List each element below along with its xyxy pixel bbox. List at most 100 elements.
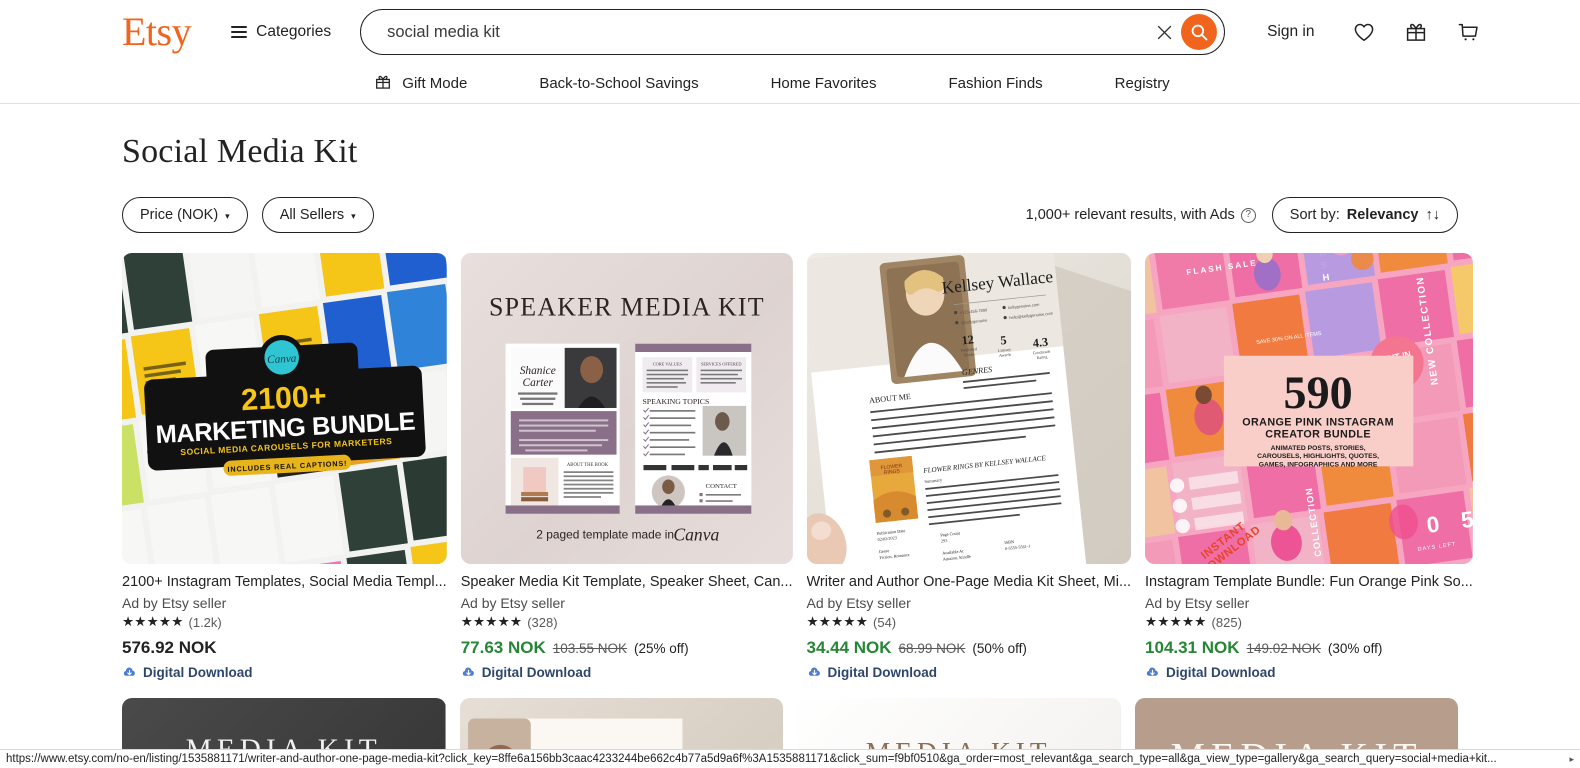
download-cloud-icon [1145, 665, 1160, 680]
digital-download-label: Digital Download [143, 664, 253, 680]
digital-download-label: Digital Download [827, 664, 938, 680]
listing-digital-download: Digital Download [122, 665, 447, 680]
listing-title[interactable]: Instagram Template Bundle: Fun Orange Pi… [1145, 573, 1473, 592]
listing-thumbnail[interactable]: Kellsey Wallace +123-456-7890 @kellygenu… [806, 253, 1132, 564]
listing-title[interactable]: Writer and Author One-Page Media Kit She… [807, 573, 1132, 592]
nav-item-label: Gift Mode [402, 75, 468, 92]
search-bar[interactable] [360, 9, 1226, 55]
sort-by-button[interactable]: Sort by: Relevancy ↑↓ [1271, 197, 1458, 233]
listing-price-current: 576.92 NOK [122, 637, 217, 657]
results-count-label: 1,000+ relevant results, with Ads [1025, 207, 1235, 223]
listing-review-count: (54) [873, 614, 897, 630]
listing-discount: (50% off) [972, 640, 1027, 656]
gift-icon[interactable] [1403, 19, 1429, 45]
svg-text:CORE VALUES: CORE VALUES [652, 361, 682, 366]
search-input[interactable] [361, 22, 1148, 42]
star-rating-icon: ★★★★★ [1145, 613, 1207, 629]
listing-title[interactable]: Speaker Media Kit Template, Speaker Shee… [461, 573, 793, 592]
svg-text:SERVICES OFFERED: SERVICES OFFERED [701, 361, 742, 366]
listing-card[interactable]: SPEAKER MEDIA KIT Shanice Carter ABOUT T… [460, 253, 793, 680]
svg-text:Genre: Genre [878, 548, 889, 554]
svg-text:Canva: Canva [673, 525, 719, 545]
nav-item-label: Home Favorites [770, 75, 877, 92]
hamburger-icon [231, 26, 248, 38]
question-mark-icon[interactable]: ? [1240, 207, 1256, 223]
listing-price-current: 34.44 NOK [806, 637, 892, 657]
svg-text:Carter: Carter [522, 377, 553, 389]
listing-price: 34.44 NOK 68.99 NOK (50% off) [807, 638, 1132, 658]
listing-ad-label: Ad by Etsy seller [122, 594, 227, 611]
etsy-logo[interactable]: Etsy [122, 12, 192, 52]
listing-card[interactable]: FLASH SALE SAVE 30% ON ALL ITEMS FLA SH … [1145, 253, 1473, 680]
svg-text:ABOUT THE BOOK: ABOUT THE BOOK [567, 463, 609, 468]
filter-bar: Price (NOK) ▾ All Sellers ▾ 1,000+ relev… [122, 197, 1458, 233]
listing-ad-label: Ad by Etsy seller [1145, 594, 1250, 611]
listing-card[interactable]: Kellsey Wallace +123-456-7890 @kellygenu… [806, 253, 1132, 680]
listing-price: 77.63 NOK 103.55 NOK (25% off) [461, 638, 793, 658]
nav-item-home-favorites[interactable]: Home Favorites [735, 75, 913, 92]
search-icon[interactable] [1181, 14, 1218, 50]
svg-text:SPEAKER MEDIA KIT: SPEAKER MEDIA KIT [489, 293, 765, 322]
svg-text:ISBN: ISBN [1004, 539, 1014, 545]
instagram-bundle-collage-image: FLASH SALE SAVE 30% ON ALL ITEMS FLA SH … [1145, 253, 1473, 564]
filter-price[interactable]: Price (NOK) ▾ [122, 197, 248, 233]
listing-rating: ★★★★★ (328) [461, 613, 793, 632]
listing-review-count: (1.2k) [188, 614, 222, 630]
results-and-sort: 1,000+ relevant results, with Ads ? Sort… [1026, 197, 1458, 233]
listing-rating: ★★★★★ (825) [1145, 613, 1473, 632]
filter-price-label: Price (NOK) [140, 207, 219, 223]
svg-text:Canva: Canva [267, 353, 297, 367]
page-title: Social Media Kit [122, 133, 358, 170]
svg-text:12: 12 [960, 332, 974, 347]
svg-text:2 paged template made in: 2 paged template made in [536, 528, 674, 542]
listing-rating: ★★★★★ (54) [807, 613, 1132, 632]
listing-review-count: (328) [527, 614, 558, 630]
listing-thumbnail[interactable]: FLASH SALE SAVE 30% ON ALL ITEMS FLA SH … [1145, 253, 1473, 564]
listing-ad-label: Ad by Etsy seller [460, 594, 565, 611]
nav-item-gift-mode[interactable]: Gift Mode [374, 73, 503, 95]
listing-discount: (25% off) [634, 640, 689, 656]
svg-text:293: 293 [940, 538, 947, 544]
header-icon-group [1351, 19, 1481, 45]
heart-icon[interactable] [1351, 19, 1377, 45]
sign-in-link[interactable]: Sign in [1267, 23, 1314, 41]
chevron-right-icon: ▸ [1569, 753, 1574, 764]
listing-title[interactable]: 2100+ Instagram Templates, Social Media … [122, 573, 447, 592]
categories-button[interactable]: Categories [231, 23, 331, 41]
filter-all-sellers-label: All Sellers [279, 207, 345, 223]
listing-card[interactable]: Canva 2100+ MARKETING BUNDLE SOCIAL MEDI… [122, 253, 447, 680]
filter-all-sellers[interactable]: All Sellers ▾ [261, 197, 374, 233]
svg-text:GAMES, INFOGRAPHICS AND MORE: GAMES, INFOGRAPHICS AND MORE [1259, 461, 1378, 468]
cart-icon[interactable] [1455, 19, 1481, 45]
status-bar-url: https://www.etsy.com/no-en/listing/15358… [6, 753, 1497, 765]
nav-item-label: Back-to-School Savings [539, 75, 699, 92]
nav-item-registry[interactable]: Registry [1079, 75, 1206, 92]
star-rating-icon: ★★★★★ [122, 613, 184, 629]
listing-price-original: 68.99 NOK [898, 640, 966, 656]
listing-ad-label: Ad by Etsy seller [806, 594, 911, 611]
listing-price-current: 77.63 NOK [460, 637, 546, 657]
listing-thumbnail[interactable]: Canva 2100+ MARKETING BUNDLE SOCIAL MEDI… [122, 253, 447, 564]
nav-item-label: Registry [1114, 75, 1170, 92]
sort-arrows-icon: ↑↓ [1425, 207, 1441, 223]
svg-text:Shanice: Shanice [519, 365, 555, 377]
listing-thumbnail[interactable]: SPEAKER MEDIA KIT Shanice Carter ABOUT T… [460, 253, 793, 564]
results-count: 1,000+ relevant results, with Ads ? [1026, 207, 1256, 223]
listing-price-original: 149.02 NOK [1246, 640, 1321, 656]
author-media-kit-image: Kellsey Wallace +123-456-7890 @kellygenu… [806, 253, 1132, 564]
svg-text:5: 5 [1460, 507, 1473, 534]
gift-icon [374, 73, 392, 95]
close-icon[interactable] [1147, 15, 1181, 49]
svg-text:4.3: 4.3 [1032, 335, 1049, 351]
marketing-bundle-collage-image: Canva 2100+ MARKETING BUNDLE SOCIAL MEDI… [122, 253, 447, 564]
listing-price-original: 103.55 NOK [552, 640, 628, 656]
svg-text:CREATOR BUNDLE: CREATOR BUNDLE [1265, 429, 1371, 441]
site-header: Etsy Categories Sign in [0, 0, 1580, 64]
speaker-media-kit-image: SPEAKER MEDIA KIT Shanice Carter ABOUT T… [460, 253, 793, 564]
nav-item-label: Fashion Finds [948, 75, 1043, 92]
nav-item-fashion-finds[interactable]: Fashion Finds [912, 75, 1078, 92]
nav-item-back-to-school-savings[interactable]: Back-to-School Savings [503, 75, 734, 92]
listing-digital-download: Digital Download [1145, 665, 1473, 680]
star-rating-icon: ★★★★★ [806, 613, 869, 629]
chevron-down-icon: ▾ [351, 210, 356, 221]
